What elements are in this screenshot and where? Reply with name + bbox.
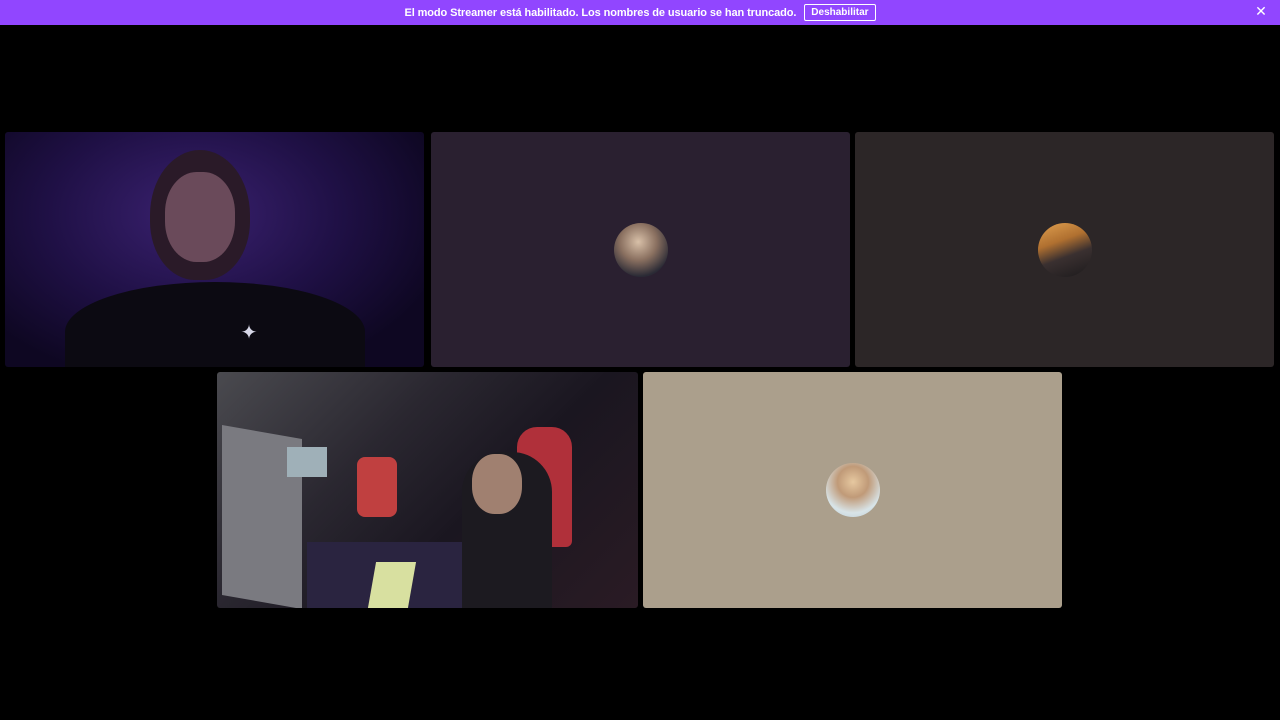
participant-video-tile[interactable]: ✦ — [5, 132, 424, 367]
shirt-logo-icon: ✦ — [240, 320, 258, 344]
participant-video-tile[interactable] — [217, 372, 638, 608]
participant-body — [65, 282, 365, 367]
avatar — [825, 463, 880, 517]
avatar — [1037, 222, 1092, 277]
participant-face — [165, 172, 235, 262]
disable-streamer-mode-button[interactable]: Deshabilitar — [804, 4, 876, 21]
streamer-mode-banner: El modo Streamer está habilitado. Los no… — [0, 0, 1280, 25]
keyboard — [367, 562, 417, 608]
close-icon[interactable]: ✕ — [1254, 5, 1268, 19]
participant-face — [472, 454, 522, 514]
chair-back — [357, 457, 397, 517]
participant-avatar-tile[interactable] — [643, 372, 1062, 608]
participant-avatar-tile[interactable] — [431, 132, 850, 367]
streamer-mode-message: El modo Streamer está habilitado. Los no… — [404, 6, 797, 19]
avatar — [613, 222, 668, 277]
participant-avatar-tile[interactable] — [855, 132, 1274, 367]
monitor-screen — [287, 447, 327, 477]
